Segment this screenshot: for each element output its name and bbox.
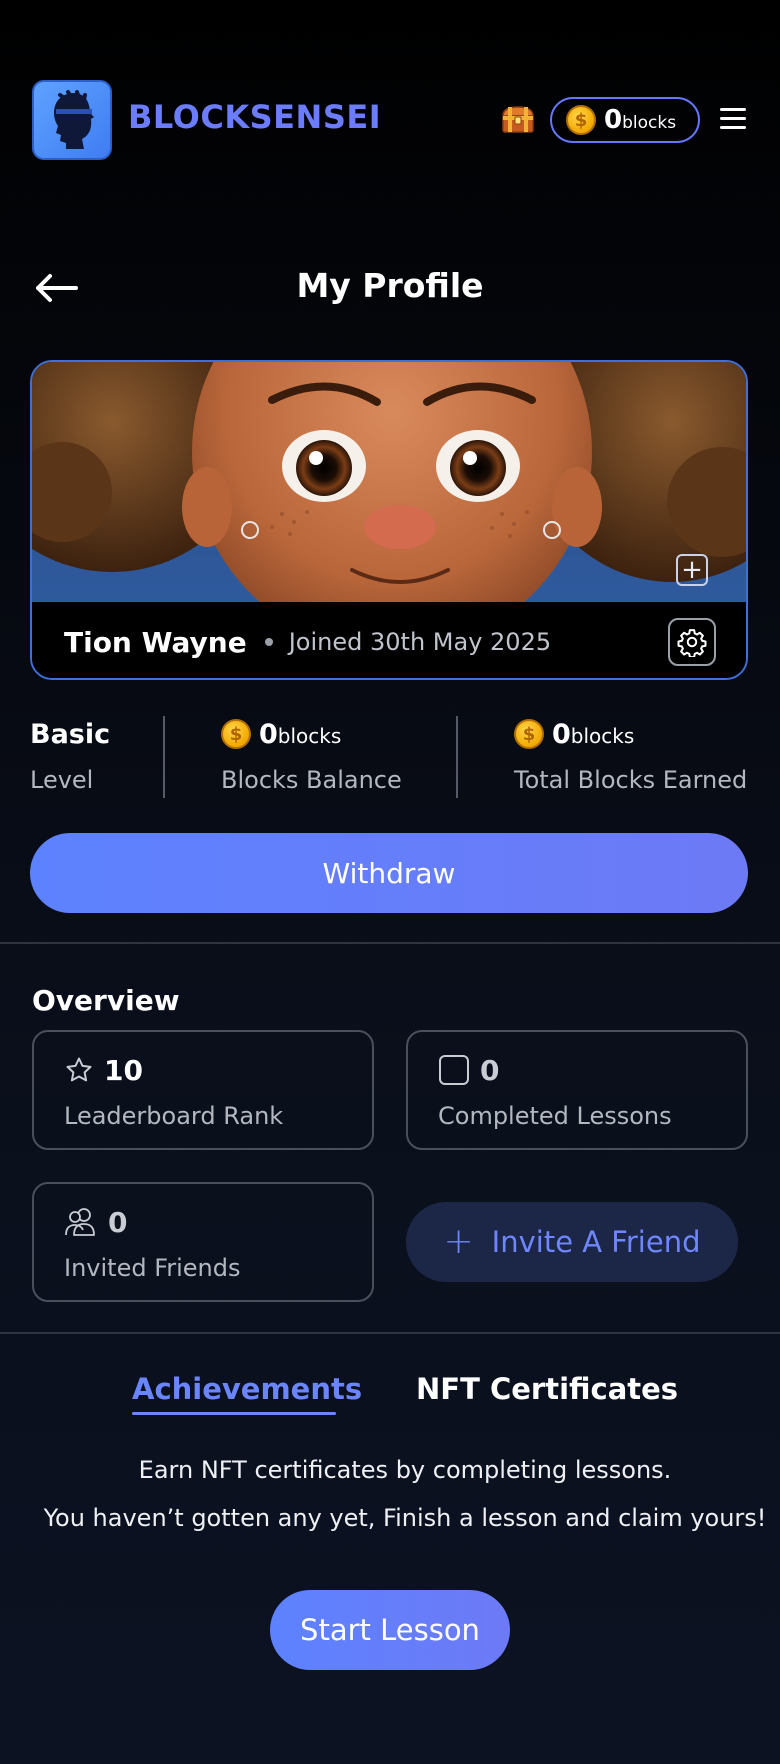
leaderboard-rank-value: 10 xyxy=(104,1053,143,1087)
profile-cover-image[interactable]: + xyxy=(32,362,746,602)
plus-icon: + xyxy=(443,1221,474,1262)
coin-icon: $ xyxy=(221,719,251,749)
header-balance-unit: blocks xyxy=(622,113,677,133)
checkbox-icon xyxy=(439,1055,469,1085)
profile-info-bar: Tion Wayne Joined 30th May 2025 xyxy=(32,602,746,678)
star-icon xyxy=(66,1057,92,1082)
add-image-icon[interactable]: + xyxy=(676,554,708,586)
user-name: Tion Wayne xyxy=(64,625,247,659)
avatar-illustration xyxy=(32,362,746,602)
tab-nft-certificates[interactable]: NFT Certificates xyxy=(416,1372,678,1406)
page-title: My Profile xyxy=(296,266,484,305)
settings-gear-icon[interactable] xyxy=(668,618,716,666)
coin-icon: $ xyxy=(514,719,544,749)
hamburger-menu-icon[interactable] xyxy=(720,108,746,130)
invite-friend-button[interactable]: + Invite A Friend xyxy=(406,1202,738,1282)
tab-achievements[interactable]: Achievements xyxy=(132,1372,362,1406)
header-balance[interactable]: $ 0blocks xyxy=(550,97,700,143)
profile-card: + Tion Wayne Joined 30th May 2025 xyxy=(30,360,748,680)
divider xyxy=(0,1332,780,1334)
completed-lessons-label: Completed Lessons xyxy=(438,1102,672,1130)
stat-level: Basic Level xyxy=(30,714,111,795)
level-label: Level xyxy=(30,766,94,794)
active-tab-indicator xyxy=(132,1412,336,1415)
invite-friend-label: Invite A Friend xyxy=(491,1225,701,1259)
invited-friends-value: 0 xyxy=(108,1205,128,1239)
treasure-chest-icon[interactable] xyxy=(500,104,536,134)
back-arrow-icon[interactable] xyxy=(34,270,78,306)
leaderboard-rank-label: Leaderboard Rank xyxy=(64,1102,284,1130)
stat-total-earned: $ 0blocks Total Blocks Earned xyxy=(514,714,747,794)
start-lesson-button[interactable]: Start Lesson xyxy=(270,1590,510,1670)
joined-date: Joined 30th May 2025 xyxy=(288,628,552,656)
completed-lessons-card[interactable]: 0 Completed Lessons xyxy=(406,1030,748,1150)
completed-lessons-value: 0 xyxy=(480,1053,500,1087)
divider xyxy=(0,942,780,944)
leaderboard-rank-card[interactable]: 10 Leaderboard Rank xyxy=(32,1030,374,1150)
invited-friends-label: Invited Friends xyxy=(64,1254,241,1282)
total-earned-unit: blocks xyxy=(570,723,635,748)
stat-divider xyxy=(456,716,458,798)
header-balance-value: 0 xyxy=(604,105,623,135)
level-value: Basic xyxy=(30,718,111,750)
empty-state-line-2: You haven’t gotten any yet, Finish a les… xyxy=(43,1504,767,1532)
total-earned-value: 0 xyxy=(552,718,571,750)
app-logo[interactable] xyxy=(32,80,112,160)
invited-friends-card[interactable]: 0 Invited Friends xyxy=(32,1182,374,1302)
blocks-balance-unit: blocks xyxy=(277,723,342,748)
stat-divider xyxy=(163,716,165,798)
total-earned-label: Total Blocks Earned xyxy=(514,766,748,794)
brand-name: BLOCKSENSEI xyxy=(128,98,382,136)
withdraw-button[interactable]: Withdraw xyxy=(30,833,748,913)
stat-blocks-balance: $ 0blocks Blocks Balance xyxy=(221,714,402,794)
blocks-balance-label: Blocks Balance xyxy=(221,766,402,794)
overview-title: Overview xyxy=(32,984,180,1017)
users-icon xyxy=(65,1208,95,1236)
blocks-balance-value: 0 xyxy=(259,718,278,750)
sensei-head-icon xyxy=(54,90,94,149)
separator-dot xyxy=(264,638,273,646)
empty-state-line-1: Earn NFT certificates by completing less… xyxy=(138,1456,672,1484)
coin-icon: $ xyxy=(566,105,596,135)
